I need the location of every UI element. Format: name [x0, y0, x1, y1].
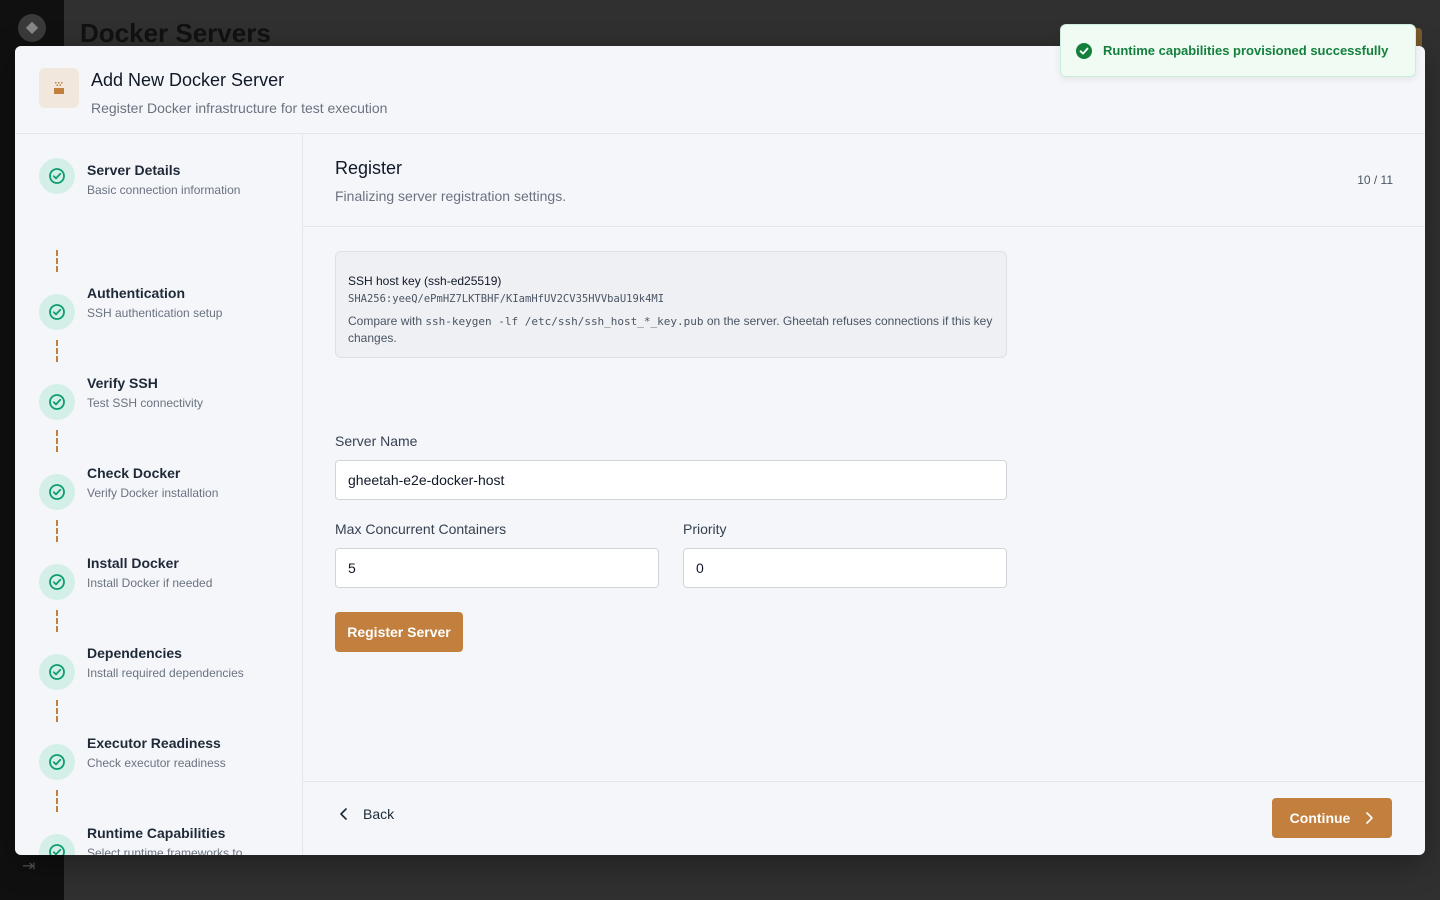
step-connector — [56, 340, 58, 362]
modal-subtitle: Register Docker infrastructure for test … — [91, 100, 388, 116]
step-title: Runtime Capabilities — [87, 825, 226, 841]
step-title: Dependencies — [87, 645, 182, 661]
step-description: Install required dependencies — [87, 666, 244, 680]
back-button[interactable]: Back — [339, 806, 394, 822]
continue-button[interactable]: Continue — [1272, 798, 1392, 838]
success-toast[interactable]: Runtime capabilities provisioned success… — [1060, 24, 1416, 77]
step-connector — [56, 700, 58, 722]
logout-icon[interactable]: ⇥ — [22, 856, 35, 876]
priority-label: Priority — [683, 521, 727, 537]
step-connector — [56, 430, 58, 452]
add-server-modal: Add New Docker Server Register Docker in… — [15, 46, 1425, 855]
page-title: Docker Servers — [80, 18, 271, 48]
chevron-right-icon — [1366, 812, 1374, 824]
check-circle-icon — [39, 294, 75, 330]
step-title: Authentication — [87, 285, 185, 301]
step-description: Basic connection information — [87, 183, 241, 197]
host-key-note-pre: Compare with — [348, 314, 426, 328]
success-check-icon — [1076, 42, 1092, 59]
check-circle-icon — [39, 384, 75, 420]
host-key-fingerprint: SHA256:yeeQ/ePmHZ7LKTBHF/KIamHfUV2CV35HV… — [348, 293, 665, 305]
step-title: Verify SSH — [87, 375, 158, 391]
host-key-note: Compare with ssh-keygen -lf /etc/ssh/ssh… — [348, 313, 998, 347]
step-description: Test SSH connectivity — [87, 396, 204, 410]
host-key-command: ssh-keygen -lf /etc/ssh/ssh_host_*_key.p… — [425, 315, 704, 328]
server-name-input[interactable] — [335, 460, 1007, 500]
check-circle-icon — [39, 158, 75, 194]
wizard-footer: Back Continue — [303, 781, 1425, 855]
step-description: Select runtime frameworks to provision — [87, 846, 243, 855]
modal-title: Add New Docker Server — [91, 70, 285, 90]
chevron-left-icon — [340, 808, 347, 820]
step-connector — [56, 250, 58, 272]
check-circle-icon — [39, 744, 75, 780]
max-containers-label: Max Concurrent Containers — [335, 521, 507, 537]
step-title: Install Docker — [87, 555, 179, 571]
content-header: Register Finalizing server registration … — [303, 134, 1425, 227]
step-title: Check Docker — [87, 465, 181, 481]
step-connector — [56, 610, 58, 632]
app-logo-icon: ◆ — [18, 14, 46, 42]
step-counter: 10 / 11 — [1357, 173, 1393, 187]
check-circle-icon — [39, 564, 75, 600]
step-description: Install Docker if needed — [87, 576, 213, 590]
step-description: Check executor readiness — [87, 756, 226, 770]
priority-input[interactable] — [683, 548, 1007, 588]
check-circle-icon — [39, 834, 75, 855]
check-circle-icon — [39, 654, 75, 690]
max-containers-input[interactable] — [335, 548, 659, 588]
continue-label: Continue — [1289, 810, 1351, 826]
wizard-stepper: Server Details Basic connection informat… — [15, 134, 303, 855]
step-description: Verify Docker installation — [87, 486, 219, 500]
ssh-host-key-panel: SSH host key (ssh-ed25519) SHA256:yeeQ/e… — [335, 251, 1007, 358]
host-key-title: SSH host key (ssh-ed25519) — [348, 274, 502, 288]
server-name-label: Server Name — [335, 433, 418, 449]
step-title: Server Details — [87, 162, 181, 178]
step-connector — [56, 790, 58, 812]
step-connector — [56, 520, 58, 542]
step-description: SSH authentication setup — [87, 306, 223, 320]
docker-server-icon — [39, 68, 79, 108]
step-content: Register Finalizing server registration … — [303, 134, 1425, 855]
register-server-button[interactable]: Register Server — [335, 612, 463, 652]
step-title: Executor Readiness — [87, 735, 221, 751]
content-title: Register — [335, 158, 403, 178]
content-subtitle: Finalizing server registration settings. — [335, 188, 567, 204]
back-label: Back — [363, 806, 395, 822]
toast-message: Runtime capabilities provisioned success… — [1103, 43, 1389, 58]
check-circle-icon — [39, 474, 75, 510]
